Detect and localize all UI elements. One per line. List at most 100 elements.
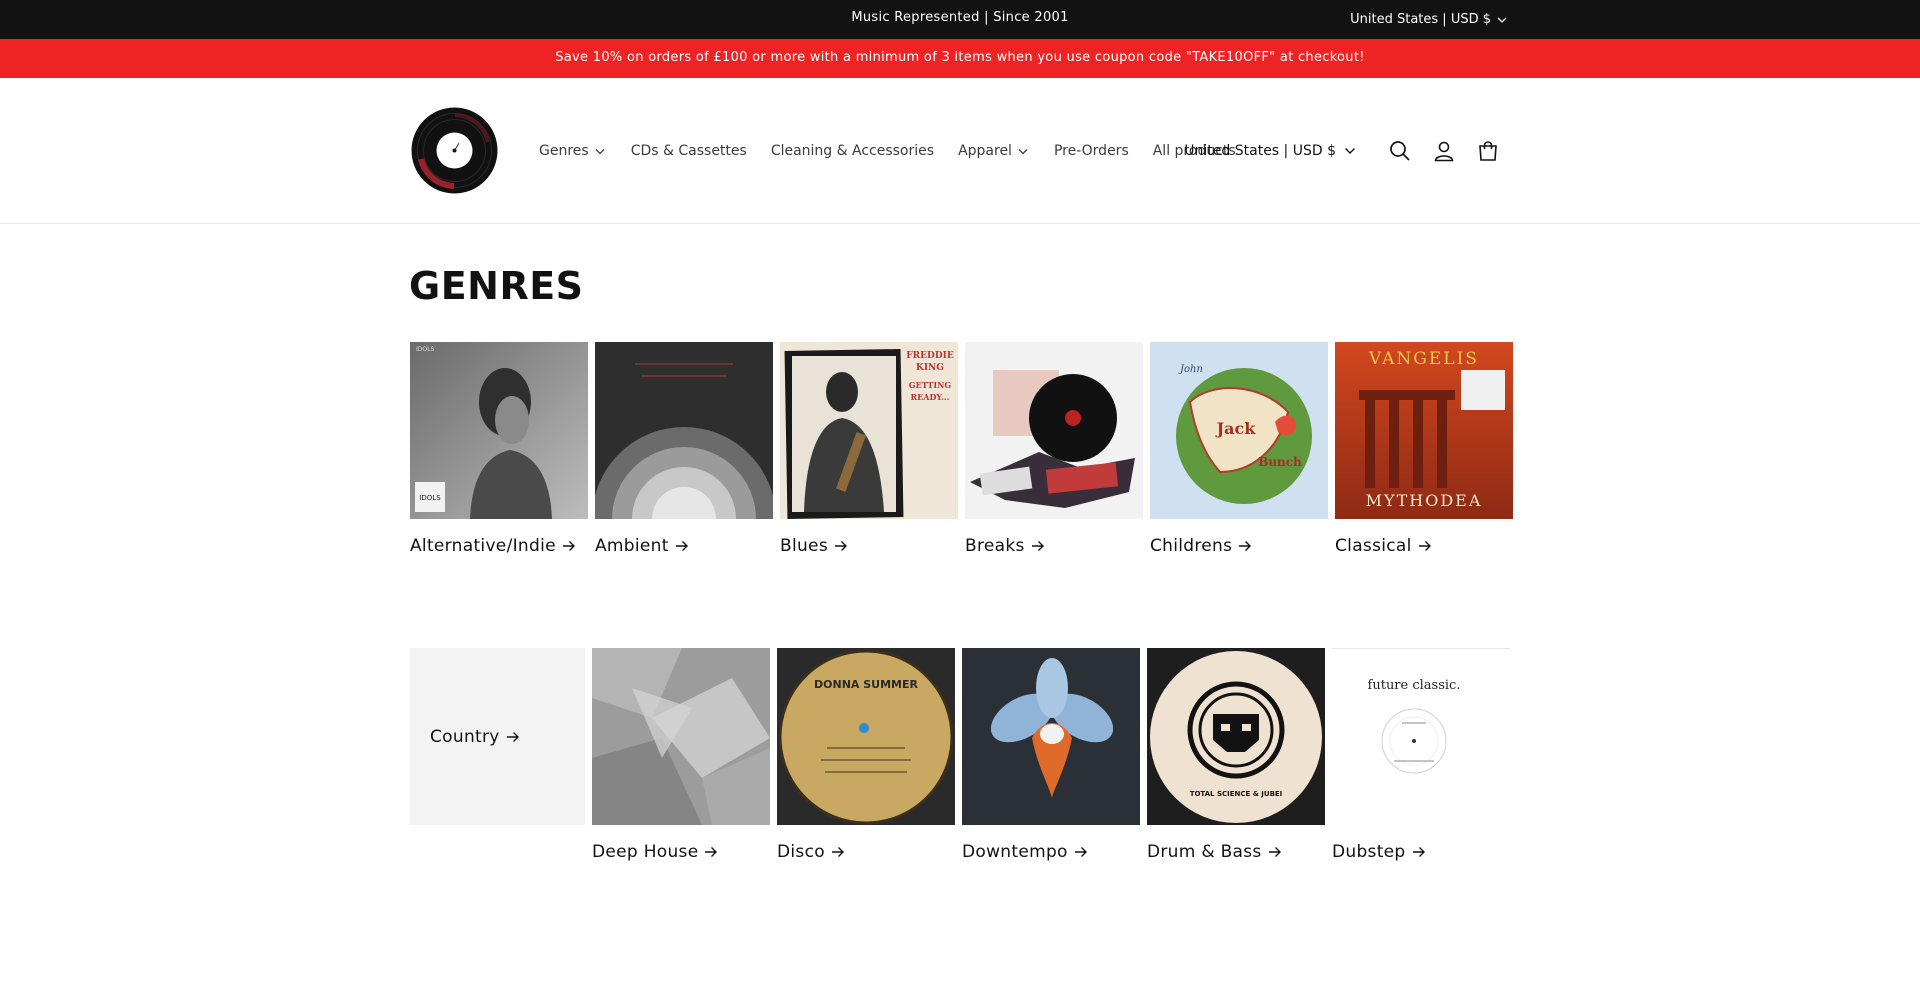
search-button[interactable] [1378, 129, 1422, 173]
nav-item-label: Cleaning & Accessories [770, 143, 935, 159]
nav-item-pre-orders[interactable]: Pre-Orders [1042, 143, 1141, 159]
genre-grid: IDOLS IDOLS Alternative/Indie Ambient FR… [410, 342, 1513, 954]
genre-label: Disco [777, 842, 825, 862]
nav-item-label: Apparel [958, 143, 1012, 159]
genre-row: Country Deep House DONNA SUMMER Disco Do… [410, 648, 1510, 954]
chevron-down-icon [1497, 17, 1507, 23]
promo-text: Save 10% on orders of £100 or more with … [555, 50, 1365, 65]
account-button[interactable] [1422, 129, 1466, 173]
arrow-right-icon [562, 541, 575, 551]
svg-text:FREDDIE: FREDDIE [906, 351, 954, 361]
nav-item-label: Genres [539, 143, 589, 159]
genre-image [962, 648, 1140, 825]
svg-text:READY...: READY... [911, 392, 950, 402]
genre-label: Dubstep [1332, 842, 1406, 862]
nav-item-cds-cassettes[interactable]: CDs & Cassettes [619, 143, 759, 159]
main-nav: Genres CDs & Cassettes Cleaning & Access… [535, 78, 1248, 224]
genre-image: DONNA SUMMER [777, 648, 955, 825]
arrow-right-icon [1239, 541, 1252, 551]
genre-label: Classical [1335, 536, 1412, 556]
genre-image: FREDDIE KING GETTING READY... [780, 342, 958, 519]
site-header: Genres CDs & Cassettes Cleaning & Access… [0, 78, 1920, 224]
genre-image: Jack Bunch John [1150, 342, 1328, 519]
genre-link[interactable]: Country [430, 727, 520, 747]
header-country-label: United States | USD $ [1184, 143, 1336, 159]
genre-image: future classic. [1332, 648, 1510, 825]
promo-bar: Save 10% on orders of £100 or more with … [0, 39, 1920, 78]
genre-label: Alternative/Indie [410, 536, 556, 556]
chevron-down-icon [1345, 148, 1355, 154]
vinyl-record-logo[interactable] [411, 107, 498, 194]
genre-label: Childrens [1150, 536, 1233, 556]
svg-text:DONNA SUMMER: DONNA SUMMER [814, 678, 918, 691]
search-icon [1390, 141, 1410, 161]
genre-card-ambient[interactable]: Ambient [595, 342, 773, 648]
announcement-text: Music Represented | Since 2001 [851, 10, 1069, 25]
genre-image: TOTAL SCIENCE & JUBEI [1147, 648, 1325, 825]
genre-label: Blues [780, 536, 828, 556]
svg-text:MYTHODEA: MYTHODEA [1366, 491, 1483, 510]
nav-item-apparel[interactable]: Apparel [946, 143, 1042, 159]
genre-card-blues[interactable]: FREDDIE KING GETTING READY... Blues [780, 342, 958, 648]
svg-text:IDOLS: IDOLS [416, 346, 434, 353]
svg-text:IDOLS: IDOLS [419, 494, 441, 502]
header-country-selector[interactable]: United States | USD $ [1184, 143, 1356, 159]
svg-text:VANGELIS: VANGELIS [1368, 349, 1479, 369]
genre-image [965, 342, 1143, 519]
arrow-right-icon [834, 541, 847, 551]
genre-link[interactable]: Downtempo [962, 842, 1140, 862]
genre-card-country[interactable]: Country [410, 648, 585, 954]
genre-link[interactable]: Breaks [965, 536, 1143, 556]
genre-link[interactable]: Dubstep [1332, 842, 1510, 862]
page-title: GENRES [409, 264, 584, 308]
genre-card-alternative-indie[interactable]: IDOLS IDOLS Alternative/Indie [410, 342, 588, 648]
genre-row: IDOLS IDOLS Alternative/Indie Ambient FR… [410, 342, 1513, 648]
genre-label: Downtempo [962, 842, 1068, 862]
svg-text:TOTAL SCIENCE & JUBEI: TOTAL SCIENCE & JUBEI [1190, 790, 1283, 798]
genre-link[interactable]: Blues [780, 536, 958, 556]
topbar-country-selector[interactable]: United States | USD $ [1350, 0, 1507, 39]
genre-card-drum-bass[interactable]: TOTAL SCIENCE & JUBEI Drum & Bass [1147, 648, 1325, 954]
genre-image [592, 648, 770, 825]
arrow-right-icon [1031, 541, 1044, 551]
nav-item-cleaning-accessories[interactable]: Cleaning & Accessories [759, 143, 946, 159]
svg-text:John: John [1178, 364, 1203, 375]
genre-link[interactable]: Ambient [595, 536, 773, 556]
genre-label: Country [430, 726, 500, 747]
chevron-down-icon [1018, 149, 1028, 155]
svg-text:Jack: Jack [1215, 419, 1257, 438]
cart-button[interactable] [1466, 129, 1510, 173]
nav-item-label: Pre-Orders [1053, 143, 1129, 159]
genre-card-childrens[interactable]: Jack Bunch John Childrens [1150, 342, 1328, 648]
genre-link[interactable]: Drum & Bass [1147, 842, 1325, 862]
header-actions: United States | USD $ [1184, 78, 1510, 224]
svg-text:KING: KING [916, 363, 944, 373]
announcement-bar: Music Represented | Since 2001 United St… [0, 0, 1920, 39]
arrow-right-icon [506, 731, 519, 742]
genre-card-classical[interactable]: VANGELIS MYTHODEA Classical [1335, 342, 1513, 648]
genre-link[interactable]: Classical [1335, 536, 1513, 556]
genre-card-downtempo[interactable]: Downtempo [962, 648, 1140, 954]
genre-link[interactable]: Alternative/Indie [410, 536, 588, 556]
arrow-right-icon [1418, 541, 1431, 551]
genre-card-deep-house[interactable]: Deep House [592, 648, 770, 954]
nav-item-genres[interactable]: Genres [535, 143, 619, 159]
arrow-right-icon [1074, 847, 1087, 857]
genre-image: VANGELIS MYTHODEA [1335, 342, 1513, 519]
cart-icon [1479, 141, 1497, 161]
svg-text:Bunch: Bunch [1258, 455, 1302, 469]
arrow-right-icon [705, 847, 718, 857]
genre-label: Breaks [965, 536, 1025, 556]
genre-card-dubstep[interactable]: future classic. Dubstep [1332, 648, 1510, 954]
svg-text:GETTING: GETTING [909, 380, 952, 390]
account-icon [1434, 141, 1454, 162]
arrow-right-icon [675, 541, 688, 551]
genre-link[interactable]: Disco [777, 842, 955, 862]
genre-label: Ambient [595, 536, 669, 556]
genre-card-breaks[interactable]: Breaks [965, 342, 1143, 648]
genre-link[interactable]: Childrens [1150, 536, 1328, 556]
genre-label: Deep House [592, 842, 699, 862]
genre-link[interactable]: Deep House [592, 842, 770, 862]
genre-card-disco[interactable]: DONNA SUMMER Disco [777, 648, 955, 954]
arrow-right-icon [1268, 847, 1281, 857]
